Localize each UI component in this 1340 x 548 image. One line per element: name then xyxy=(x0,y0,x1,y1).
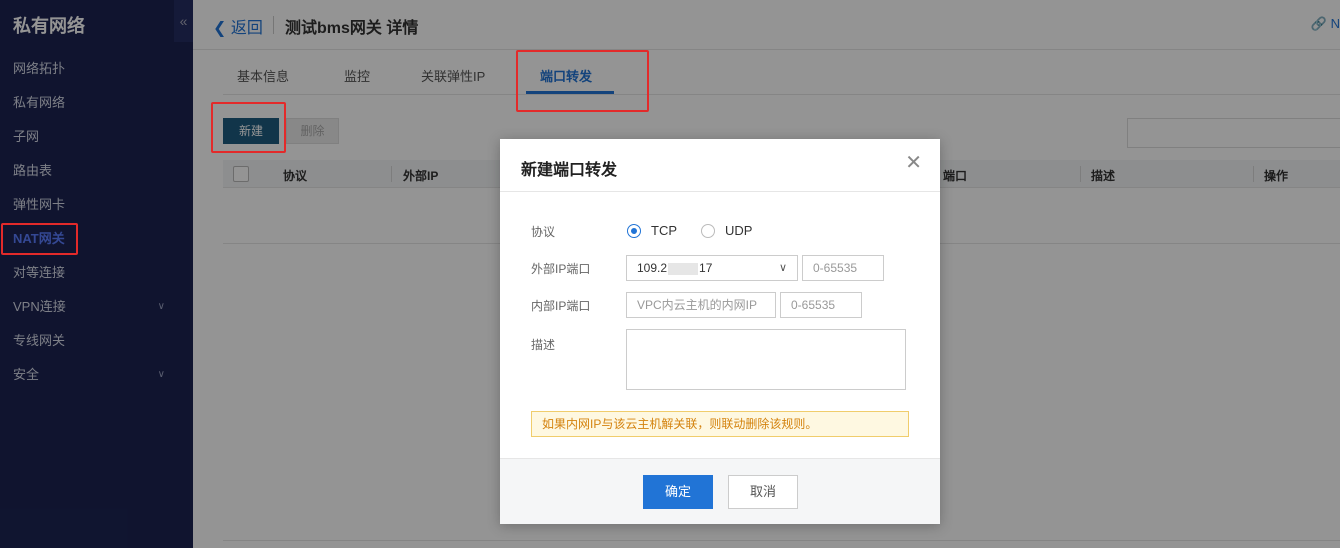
external-port-input[interactable]: 0-65535 xyxy=(802,255,884,281)
internal-ip-input[interactable]: VPC内云主机的内网IP xyxy=(626,292,776,318)
cancel-button[interactable]: 取消 xyxy=(728,475,798,509)
warning-notice: 如果内网IP与该云主机解关联，则联动删除该规则。 xyxy=(531,411,909,437)
redacted-ip-segment xyxy=(668,262,699,275)
highlight-box-tab xyxy=(516,50,649,112)
highlight-box-new xyxy=(211,102,286,153)
dialog-header-divider xyxy=(500,191,940,192)
protocol-label: 协议 xyxy=(531,225,556,239)
radio-udp[interactable] xyxy=(701,224,715,238)
external-ip-port-label: 外部IP端口 xyxy=(531,262,591,276)
close-icon[interactable]: ✕ xyxy=(905,153,922,173)
dialog-footer: 确定 取消 xyxy=(500,458,940,524)
new-port-forward-dialog: 新建端口转发 ✕ 协议 TCP UDP 外部IP端口 109.2 17 ∨ 0-6… xyxy=(500,139,940,524)
highlight-box-nat xyxy=(1,223,78,255)
external-ip-select[interactable]: 109.2 17 ∨ xyxy=(626,255,798,281)
radio-tcp[interactable] xyxy=(627,224,641,238)
internal-ip-port-label: 内部IP端口 xyxy=(531,299,591,313)
radio-udp-label[interactable]: UDP xyxy=(725,223,752,238)
internal-port-input[interactable]: 0-65535 xyxy=(780,292,862,318)
external-ip-prefix: 109.2 xyxy=(637,261,668,275)
description-textarea[interactable] xyxy=(626,329,906,390)
external-ip-suffix: 17 xyxy=(699,261,713,275)
description-label: 描述 xyxy=(531,338,556,352)
confirm-button[interactable]: 确定 xyxy=(643,475,713,509)
radio-tcp-label[interactable]: TCP xyxy=(651,223,677,238)
dialog-title: 新建端口转发 xyxy=(521,162,618,179)
chevron-down-icon: ∨ xyxy=(778,262,787,274)
